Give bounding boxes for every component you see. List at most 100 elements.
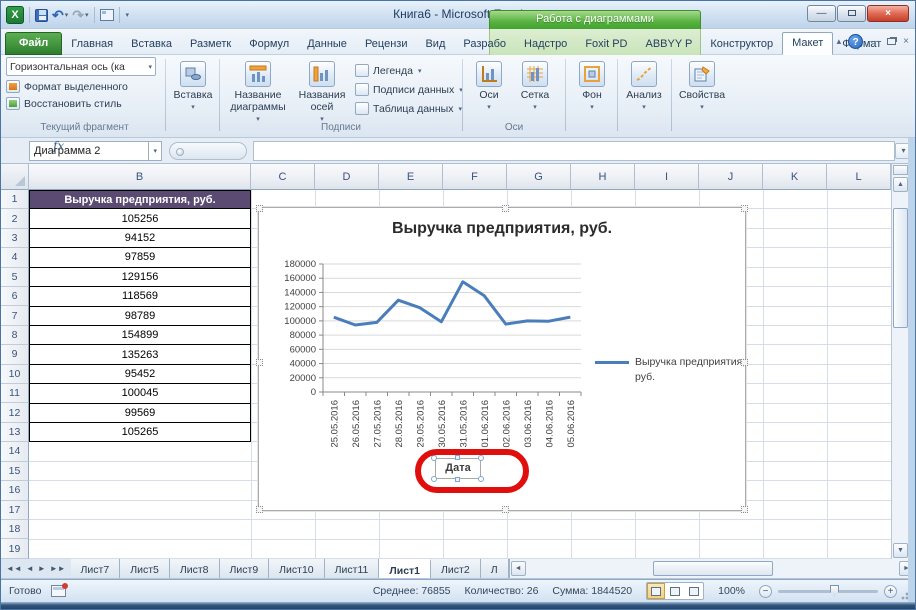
sheet-tab-лист11[interactable]: Лист11 [325,559,380,578]
axes-button[interactable]: Оси ▾ [470,61,508,114]
normal-view-button[interactable] [647,583,665,599]
sheet-tab-лист9[interactable]: Лист9 [220,559,270,578]
row-header-10[interactable]: 10 [1,365,29,384]
ribbon-tab-разметк[interactable]: Разметк [181,34,240,55]
vertical-scroll-thumb[interactable] [893,208,908,328]
row-header-12[interactable]: 12 [1,403,29,422]
first-sheet-button[interactable]: ◄◄ [5,564,23,573]
row-header-11[interactable]: 11 [1,384,29,403]
ribbon-tab-формул[interactable]: Формул [240,34,298,55]
cell-B2[interactable]: 105256 [29,209,251,228]
row-header-14[interactable]: 14 [1,442,29,461]
sheet-tab-лист10[interactable]: Лист10 [269,559,325,578]
close-button[interactable]: × [867,5,909,22]
horizontal-scroll-thumb[interactable] [653,561,773,576]
column-header-H[interactable]: H [571,164,635,190]
formula-input[interactable] [253,141,895,161]
zoom-level[interactable]: 100% [718,585,745,597]
cell-B9[interactable]: 135263 [29,345,251,364]
insert-shapes-button[interactable]: Вставка ▾ [169,61,217,114]
cell-B8[interactable]: 154899 [29,326,251,345]
zoom-out-button[interactable]: − [759,585,772,598]
cell-B7[interactable]: 98789 [29,307,251,326]
column-header-K[interactable]: K [763,164,827,190]
workbook-restore-icon[interactable] [887,38,896,45]
ribbon-tab-foxit pd[interactable]: Foxit PD [576,34,636,55]
properties-button[interactable]: Свойства ▾ [674,61,730,114]
sheet-tab-лист2[interactable]: Лист2 [431,559,481,578]
row-header-17[interactable]: 17 [1,501,29,520]
row-header-18[interactable]: 18 [1,520,29,539]
ribbon-tab-файл[interactable]: Файл [5,32,62,55]
workbook-minimize-icon[interactable]: — [870,36,880,47]
zoom-thumb[interactable] [830,585,839,597]
next-sheet-button[interactable]: ► [37,564,47,573]
row-header-15[interactable]: 15 [1,462,29,481]
scroll-down-button[interactable]: ▼ [893,543,908,558]
scroll-up-button[interactable]: ▲ [893,177,908,192]
row-header-6[interactable]: 6 [1,287,29,306]
sheet-tab-л[interactable]: Л [481,559,509,578]
chevron-down-icon[interactable]: ▾ [153,147,157,155]
cell-B11[interactable]: 100045 [29,384,251,403]
column-header-D[interactable]: D [315,164,379,190]
analysis-button[interactable]: Анализ ▾ [620,61,668,114]
ribbon-tab-конструктор[interactable]: Конструктор [701,34,782,55]
zoom-track[interactable] [778,590,878,593]
select-all-corner[interactable] [1,164,29,190]
cell-B10[interactable]: 95452 [29,365,251,384]
column-header-L[interactable]: L [827,164,891,190]
ribbon-tab-данные[interactable]: Данные [298,34,356,55]
last-sheet-button[interactable]: ►► [49,564,67,573]
column-header-E[interactable]: E [379,164,443,190]
column-header-C[interactable]: C [251,164,315,190]
row-header-19[interactable]: 19 [1,539,29,558]
page-layout-view-button[interactable] [666,583,684,599]
axis-titles-button[interactable]: Названия осей ▾ [293,61,351,126]
row-header-7[interactable]: 7 [1,306,29,325]
data-labels-button[interactable]: Подписи данных▾ [355,80,463,99]
cell-B1[interactable]: Выручка предприятия, руб. [29,190,251,209]
column-header-J[interactable]: J [699,164,763,190]
cell-B12[interactable]: 99569 [29,404,251,423]
macro-record-icon[interactable] [51,585,66,597]
ribbon-tab-вид[interactable]: Вид [416,34,454,55]
row-header-9[interactable]: 9 [1,345,29,364]
row-header-16[interactable]: 16 [1,481,29,500]
chart-title[interactable]: Выручка предприятия, руб. [259,220,745,238]
gridlines-button[interactable]: Сетка ▾ [514,61,556,114]
cell-B3[interactable]: 94152 [29,229,251,248]
row-header-5[interactable]: 5 [1,268,29,287]
sheet-tab-лист1[interactable]: Лист1 [379,559,431,578]
ribbon-tab-главная[interactable]: Главная [62,34,122,55]
help-icon[interactable]: ? [848,34,863,49]
chart-legend[interactable]: Выручка предприятия, руб. [595,355,747,385]
data-table-button[interactable]: Таблица данных▾ [355,99,463,118]
row-header-2[interactable]: 2 [1,209,29,228]
name-box[interactable]: Диаграмма 2 ▾ [29,141,162,161]
column-header-B[interactable]: B [29,164,251,190]
split-handle[interactable] [893,165,908,175]
row-header-8[interactable]: 8 [1,326,29,345]
cell-B6[interactable]: 118569 [29,287,251,306]
ribbon-tab-abbyy p[interactable]: ABBYY P [637,34,702,55]
horizontal-scrollbar[interactable]: ◄ ► [509,559,915,578]
legend-button[interactable]: Легенда▾ [355,61,463,80]
sheet-tab-лист5[interactable]: Лист5 [120,559,170,578]
row-header-3[interactable]: 3 [1,229,29,248]
vertical-scrollbar[interactable]: ▲ ▼ [891,164,908,559]
row-header-4[interactable]: 4 [1,248,29,267]
collapse-ribbon-icon[interactable]: ▴ [837,36,842,47]
format-selection-button[interactable]: Формат выделенного [6,80,163,93]
sheet-tab-лист7[interactable]: Лист7 [71,559,121,578]
ribbon-tab-вставка[interactable]: Вставка [122,34,181,55]
ribbon-tab-разрабо[interactable]: Разрабо [454,34,515,55]
page-break-view-button[interactable] [685,583,703,599]
cell-B13[interactable]: 105265 [29,423,251,442]
workbook-close-icon[interactable]: × [903,36,909,47]
ribbon-tab-рецензи[interactable]: Рецензи [356,34,417,55]
zoom-in-button[interactable]: + [884,585,897,598]
chart-elements-dropdown[interactable]: Горизонтальная ось (ка ▾ [6,57,156,76]
row-header-1[interactable]: 1 [1,190,29,209]
cell-B5[interactable]: 129156 [29,268,251,287]
